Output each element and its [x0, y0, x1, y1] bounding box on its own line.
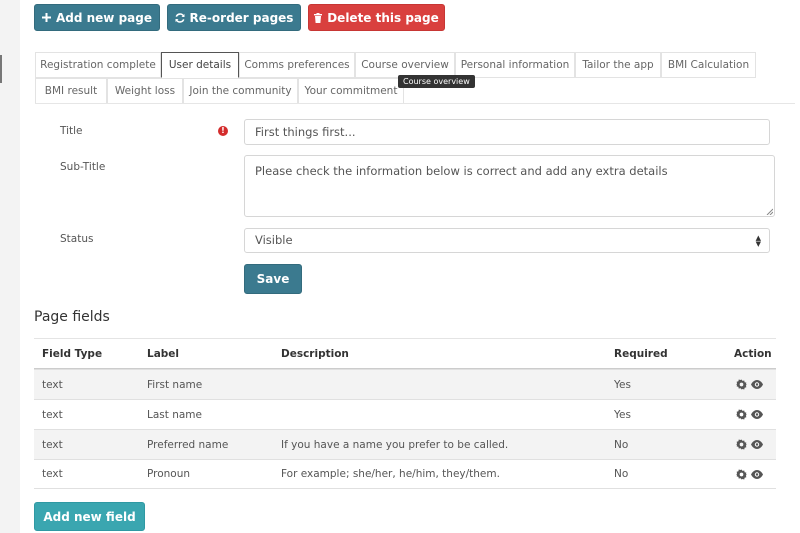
row-actions: [736, 430, 763, 459]
gear-icon[interactable]: [736, 379, 747, 390]
select-arrows-icon: ▲ ▼: [755, 234, 761, 248]
delete-page-button[interactable]: Delete this page: [308, 4, 445, 31]
plus-icon: [41, 13, 51, 22]
row-actions: [736, 400, 763, 429]
gear-icon[interactable]: [736, 468, 747, 480]
tab-comms-preferences[interactable]: Comms preferences: [239, 52, 355, 78]
eye-icon[interactable]: [751, 440, 763, 449]
add-new-page-label: Add new page: [55, 10, 152, 25]
tab-tooltip: Course overview: [398, 75, 475, 88]
tab-your-commitment[interactable]: Your commitment: [298, 78, 404, 104]
tab-bmi-calculation[interactable]: BMI Calculation: [661, 52, 756, 78]
page-fields-table: Field Type Label Description Required Ac…: [34, 338, 776, 489]
tab-weight-loss[interactable]: Weight loss: [107, 78, 183, 104]
add-new-page-button[interactable]: Add new page: [34, 4, 160, 31]
resize-grip-icon[interactable]: [766, 208, 773, 215]
tab-tailor-the-app[interactable]: Tailor the app: [575, 52, 661, 78]
row-actions: [736, 370, 763, 399]
status-select[interactable]: Visible ▲ ▼: [244, 228, 770, 253]
subtitle-textarea[interactable]: Please check the information below is co…: [244, 155, 775, 217]
status-label: Status: [60, 233, 94, 245]
subtitle-label: Sub-Title: [60, 161, 106, 173]
refresh-icon: [175, 12, 185, 23]
gear-icon[interactable]: [736, 439, 747, 450]
eye-icon[interactable]: [751, 410, 763, 419]
table-row: text Last name Yes: [34, 399, 776, 429]
gear-icon[interactable]: [736, 409, 747, 420]
eye-icon[interactable]: [751, 469, 763, 479]
table-row: text Preferred name If you have a name y…: [34, 429, 776, 459]
tab-bmi-result[interactable]: BMI result: [35, 78, 107, 104]
title-input[interactable]: First things first...: [244, 119, 770, 145]
reorder-pages-label: Re-order pages: [189, 10, 294, 25]
column-header: Action: [734, 347, 772, 360]
exclamation-circle-icon: !: [218, 126, 228, 136]
trash-icon: [314, 12, 323, 23]
table-row: text Pronoun For example; she/her, he/hi…: [34, 459, 776, 489]
column-header: Label: [147, 347, 180, 360]
reorder-pages-button[interactable]: Re-order pages: [167, 4, 301, 31]
row-actions: [736, 460, 763, 488]
tab-user-details[interactable]: User details: [161, 52, 239, 78]
eye-icon[interactable]: [751, 380, 763, 389]
title-label: Title: [60, 125, 83, 137]
save-button[interactable]: Save: [244, 264, 302, 294]
tabs-divider: [35, 103, 795, 104]
table-header-row: Field Type Label Description Required Ac…: [34, 338, 776, 369]
column-header: Description: [281, 347, 349, 360]
column-header: Required: [614, 347, 668, 360]
left-edge: [0, 0, 20, 533]
tab-registration-complete[interactable]: Registration complete: [35, 52, 161, 78]
table-row: text First name Yes: [34, 369, 776, 399]
page-fields-heading: Page fields: [34, 309, 110, 325]
tab-join-the-community[interactable]: Join the community: [183, 78, 298, 104]
scroll-marker: [0, 55, 2, 83]
delete-page-label: Delete this page: [327, 10, 439, 25]
column-header: Field Type: [42, 347, 103, 360]
add-new-field-button[interactable]: Add new field: [34, 502, 145, 531]
